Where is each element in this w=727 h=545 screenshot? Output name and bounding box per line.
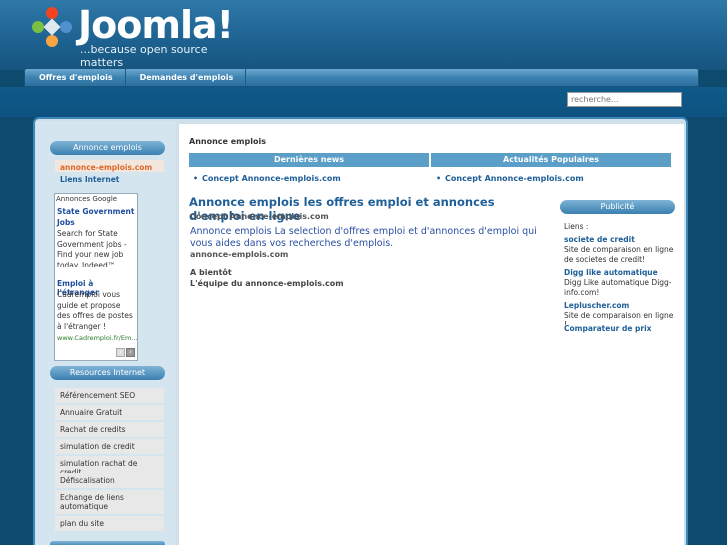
sidebar-link-echange-liens[interactable]: Echange de liens automatique — [55, 490, 164, 514]
joomla-logo[interactable]: Joomla! ...because open source matters — [30, 3, 234, 69]
article-subtitle: Concept Annonce-emplois.com — [190, 212, 329, 221]
ad-prev-arrow-icon[interactable]: ‹ — [116, 348, 125, 357]
news-link-left[interactable]: Concept Annonce-emplois.com — [202, 174, 341, 183]
main-navigation: Offres d'emplois Demandes d'emplois — [24, 68, 699, 87]
sidebar-link-simulation-credit[interactable]: simulation de credit — [55, 439, 164, 454]
sidebar-link-liens-internet[interactable]: Liens Internet — [55, 172, 164, 187]
ads-label: Annonces Google — [56, 195, 118, 203]
tab-dernieres-news[interactable]: Dernières news — [189, 153, 429, 167]
pub-text-digg: Digg Like automatique Digg-info.com! — [564, 278, 672, 297]
module-title-publicite: Publicité — [560, 200, 675, 214]
article-site: annonce-emplois.com — [190, 250, 289, 259]
header: Joomla! ...because open source matters — [0, 0, 727, 70]
ad-text-emploi-etranger: Cadremploi vous guide et propose des off… — [57, 290, 133, 331]
module-title-resources: Resources Internet — [50, 366, 165, 380]
sidebar-link-defiscalisation[interactable]: Défiscalisation — [55, 473, 164, 488]
sidebar-link-plan-site[interactable]: plan du site — [55, 516, 164, 531]
nav-demandes-emplois[interactable]: Demandes d'emplois — [126, 69, 247, 86]
bullet-icon: • — [436, 174, 442, 183]
sidebar-link-seo[interactable]: Référencement SEO — [55, 388, 164, 403]
article-team: L'équipe du annonce-emplois.com — [190, 279, 344, 288]
tab-actualites-populaires[interactable]: Actualités Populaires — [431, 153, 671, 167]
article-bye: A bientôt — [190, 268, 232, 277]
ad-next-arrow-icon[interactable]: › — [126, 348, 135, 357]
module-title-next — [50, 541, 165, 545]
google-ads-box: Annonces Google State Government Jobs Se… — [54, 193, 138, 361]
pub-link-societe-credit[interactable]: societe de credit — [564, 235, 635, 244]
sidebar-link-annuaire[interactable]: Annuaire Gratuit — [55, 405, 164, 420]
module-title-annonce-emplois: Annonce emplois — [50, 141, 165, 155]
logo-tagline: ...because open source matters — [80, 43, 208, 69]
ad-url[interactable]: www.Cadremploi.fr/Em... — [57, 334, 137, 342]
pub-text-societe-credit: Site de comparaison en ligne de societes… — [564, 245, 674, 264]
liens-label: Liens : — [564, 222, 589, 231]
article-intro: Annonce emplois La selection d'offres em… — [190, 226, 537, 249]
bullet-icon: • — [193, 174, 199, 183]
pub-link-lepluscher[interactable]: Lepluscher.com — [564, 301, 629, 310]
content-area — [179, 124, 684, 545]
sidebar-link-rachat[interactable]: Rachat de credits — [55, 422, 164, 437]
ad-link-state-jobs[interactable]: State Government Jobs — [57, 206, 135, 228]
nav-offres-emplois[interactable]: Offres d'emplois — [25, 69, 126, 86]
pub-link-comparateur[interactable]: Comparateur de prix — [564, 324, 652, 333]
pub-link-digg[interactable]: Digg like automatique — [564, 268, 658, 277]
search-input[interactable] — [567, 92, 682, 107]
joomla-logo-icon — [32, 7, 72, 47]
breadcrumb: Annonce emplois — [189, 137, 266, 146]
ad-text-state-jobs: Search for State Government jobs - Find … — [57, 229, 127, 267]
news-link-right[interactable]: Concept Annonce-emplois.com — [445, 174, 584, 183]
logo-wordmark: Joomla! — [78, 3, 234, 47]
